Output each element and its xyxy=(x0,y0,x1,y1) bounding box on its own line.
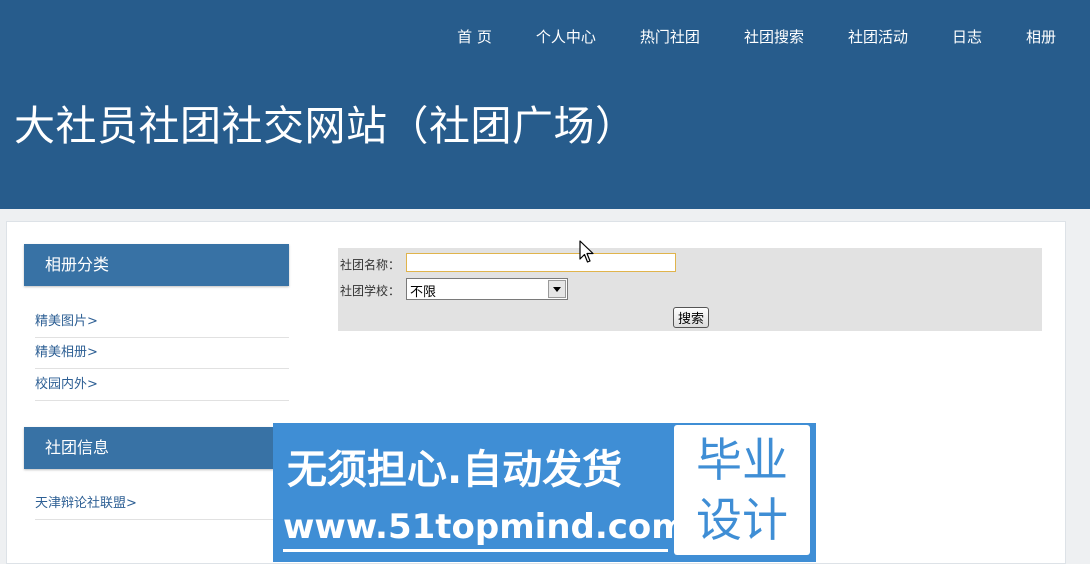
club-school-label: 社团学校： xyxy=(340,284,401,298)
nav-personal-center[interactable]: 个人中心 xyxy=(536,26,596,47)
nav-club-activities[interactable]: 社团活动 xyxy=(848,26,908,47)
nav-home[interactable]: 首 页 xyxy=(457,26,492,47)
site-header: 首 页 个人中心 热门社团 社团搜索 社团活动 日志 相册 大社员社团社交网站（… xyxy=(0,0,1090,209)
album-category-link-beautiful-pictures[interactable]: 精美图片> xyxy=(35,307,289,338)
watermark-banner: 无须担心.自动发货 www.51topmind.com 毕业 设计 xyxy=(273,423,816,562)
club-school-selected: 不限 xyxy=(410,285,437,300)
search-button[interactable]: 搜索 xyxy=(673,307,710,328)
chevron-down-icon[interactable] xyxy=(548,280,566,298)
club-name-label: 社团名称： xyxy=(340,258,401,272)
club-info-link-debate-union[interactable]: 天津辩论社联盟> xyxy=(35,489,289,520)
club-name-input[interactable] xyxy=(406,253,676,272)
mouse-pointer-icon xyxy=(579,240,594,263)
nav-album[interactable]: 相册 xyxy=(1026,26,1056,47)
album-category-link-beautiful-albums[interactable]: 精美相册> xyxy=(35,338,289,369)
site-title: 大社员社团社交网站（社团广场） xyxy=(14,102,637,150)
nav-club-search[interactable]: 社团搜索 xyxy=(744,26,804,47)
watermark-url-underline xyxy=(283,549,668,552)
club-search-form: 社团名称： 社团学校： 不限 搜索 xyxy=(338,248,1042,331)
watermark-badge-line1: 毕业 xyxy=(696,433,788,487)
club-school-select[interactable]: 不限 xyxy=(406,278,568,300)
nav-hot-clubs[interactable]: 热门社团 xyxy=(640,26,700,47)
main-nav: 首 页 个人中心 热门社团 社团搜索 社团活动 日志 相册 xyxy=(413,26,1056,47)
nav-journal[interactable]: 日志 xyxy=(952,26,982,47)
album-category-header: 相册分类 xyxy=(24,244,289,286)
watermark-badge: 毕业 设计 xyxy=(674,425,810,555)
watermark-slogan: 无须担心.自动发货 xyxy=(287,447,623,493)
watermark-url: www.51topmind.com xyxy=(283,507,687,547)
album-category-link-campus[interactable]: 校园内外> xyxy=(35,370,289,401)
watermark-badge-line2: 设计 xyxy=(696,493,788,547)
club-info-header: 社团信息 xyxy=(24,427,289,469)
